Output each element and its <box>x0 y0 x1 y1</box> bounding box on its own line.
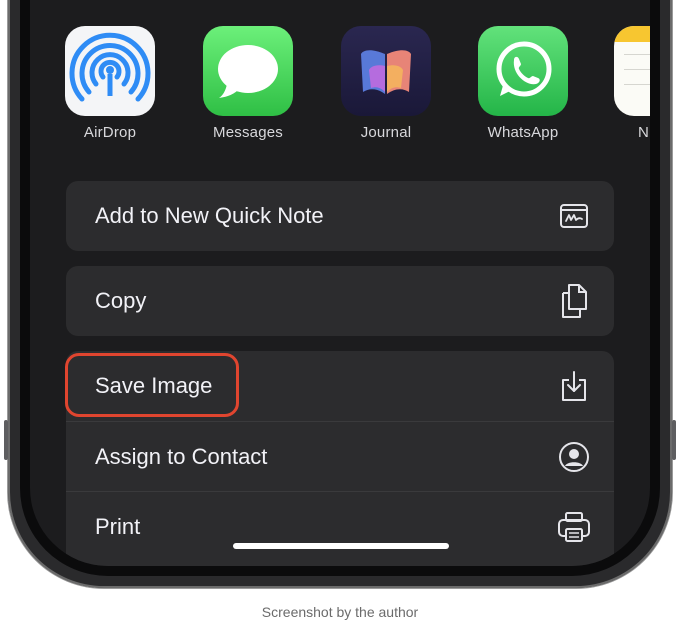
app-notes[interactable]: N <box>614 26 650 141</box>
assign-to-contact-button[interactable]: Assign to Contact <box>66 421 614 491</box>
copy-button[interactable]: Copy <box>66 266 614 336</box>
app-label: Messages <box>213 124 283 141</box>
person-circle-icon <box>556 439 592 475</box>
app-messages[interactable]: Messages <box>203 26 293 141</box>
row-label: Print <box>95 513 141 539</box>
copy-icon <box>556 283 592 319</box>
app-whatsapp[interactable]: WhatsApp <box>478 26 568 141</box>
print-button[interactable]: Print <box>66 491 614 561</box>
row-label: Copy <box>95 288 147 313</box>
image-caption: Screenshot by the author <box>261 604 419 620</box>
app-label: Journal <box>360 124 412 141</box>
printer-icon <box>556 509 592 545</box>
add-to-quick-note-button[interactable]: Add to New Quick Note <box>66 181 614 251</box>
app-label: WhatsApp <box>487 124 559 141</box>
airdrop-icon <box>65 26 155 116</box>
home-indicator[interactable] <box>233 543 449 549</box>
save-image-button[interactable]: Save Image <box>65 351 614 421</box>
row-label: Assign to Contact <box>95 443 268 469</box>
row-label: Add to New Quick Note <box>95 203 324 228</box>
quick-note-card: Add to New Quick Note <box>66 181 614 251</box>
save-image-highlight <box>65 353 239 417</box>
journal-icon <box>341 26 431 116</box>
app-journal[interactable]: Journal <box>341 26 431 141</box>
app-label: AirDrop <box>83 124 137 141</box>
quick-note-icon <box>556 198 592 234</box>
phone-side-button-left <box>4 420 8 460</box>
copy-card: Copy <box>66 266 614 336</box>
phone-side-button-right <box>672 420 676 460</box>
notes-icon <box>614 26 650 116</box>
image-actions-card: Save Image Assign to Contact Print <box>65 351 614 566</box>
app-label: N <box>638 124 650 141</box>
share-sheet: AirDrop Messages Journal WhatsApp N Add … <box>30 0 650 566</box>
messages-icon <box>203 26 293 116</box>
save-image-icon <box>556 368 592 404</box>
whatsapp-icon <box>478 26 568 116</box>
app-airdrop[interactable]: AirDrop <box>65 26 155 141</box>
